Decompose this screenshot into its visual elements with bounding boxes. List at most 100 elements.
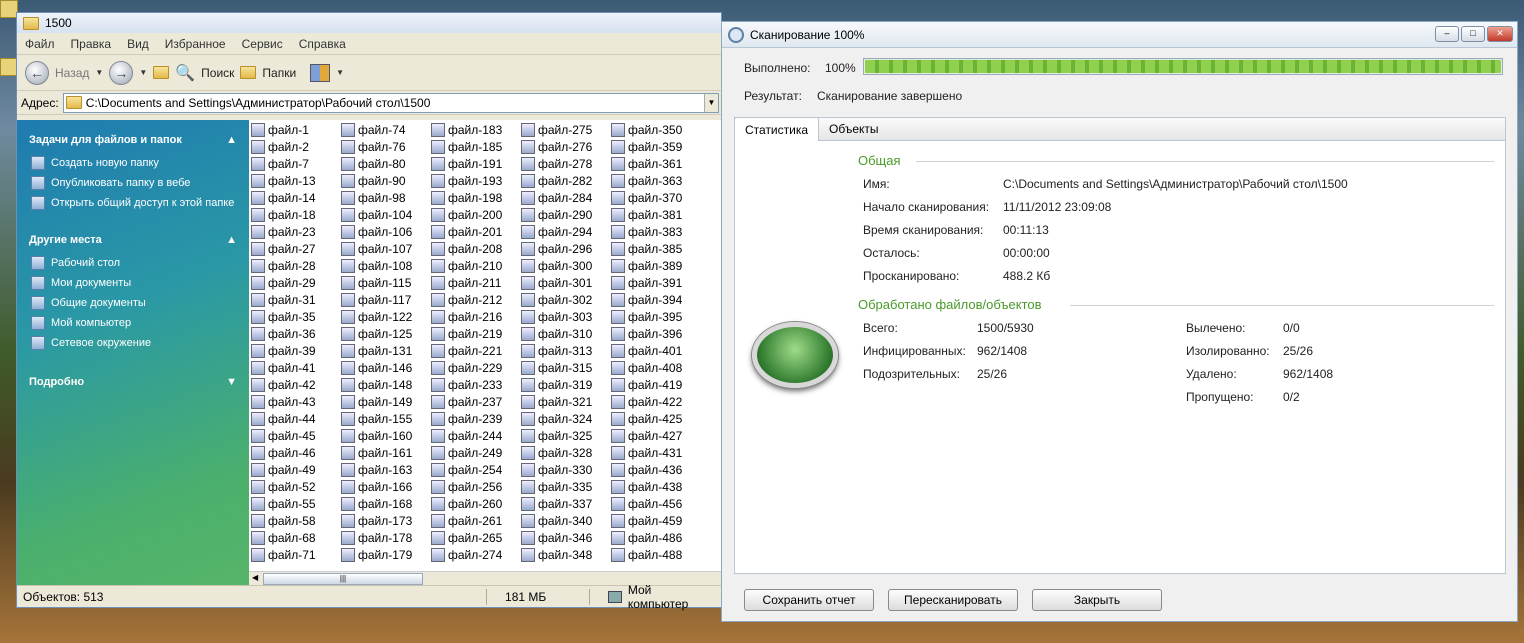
folders-icon[interactable]: [240, 66, 257, 79]
scroll-thumb[interactable]: |||: [263, 573, 423, 585]
file-item[interactable]: файл-36: [251, 325, 316, 342]
file-item[interactable]: файл-115: [341, 274, 412, 291]
file-item[interactable]: файл-208: [431, 240, 502, 257]
file-item[interactable]: файл-183: [431, 121, 502, 138]
file-item[interactable]: файл-49: [251, 461, 316, 478]
file-item[interactable]: файл-178: [341, 529, 412, 546]
file-item[interactable]: файл-216: [431, 308, 502, 325]
tab-objects[interactable]: Объекты: [819, 117, 889, 141]
file-item[interactable]: файл-244: [431, 427, 502, 444]
file-item[interactable]: файл-146: [341, 359, 412, 376]
close-button[interactable]: ✕: [1487, 26, 1513, 42]
file-item[interactable]: файл-310: [521, 325, 592, 342]
file-item[interactable]: файл-383: [611, 223, 682, 240]
file-item[interactable]: файл-274: [431, 546, 502, 563]
title-bar[interactable]: Сканирование 100% – □ ✕: [722, 22, 1517, 48]
file-item[interactable]: файл-337: [521, 495, 592, 512]
file-item[interactable]: файл-282: [521, 172, 592, 189]
task-publish-web[interactable]: Опубликовать папку в вебе: [31, 176, 237, 190]
file-item[interactable]: файл-391: [611, 274, 682, 291]
file-item[interactable]: файл-340: [521, 512, 592, 529]
file-item[interactable]: файл-325: [521, 427, 592, 444]
file-item[interactable]: файл-58: [251, 512, 316, 529]
file-item[interactable]: файл-23: [251, 223, 316, 240]
file-item[interactable]: файл-106: [341, 223, 412, 240]
file-item[interactable]: файл-42: [251, 376, 316, 393]
place-network[interactable]: Сетевое окружение: [31, 336, 237, 350]
file-item[interactable]: файл-438: [611, 478, 682, 495]
file-item[interactable]: файл-422: [611, 393, 682, 410]
file-item[interactable]: файл-239: [431, 410, 502, 427]
file-item[interactable]: файл-425: [611, 410, 682, 427]
file-item[interactable]: файл-166: [341, 478, 412, 495]
file-item[interactable]: файл-260: [431, 495, 502, 512]
back-arrow-icon[interactable]: ←: [25, 60, 49, 85]
file-item[interactable]: файл-427: [611, 427, 682, 444]
place-my-computer[interactable]: Мой компьютер: [31, 316, 237, 330]
folders-button[interactable]: Папки: [262, 66, 296, 80]
chevron-down-icon[interactable]: ▼: [95, 68, 103, 77]
file-item[interactable]: файл-45: [251, 427, 316, 444]
file-item[interactable]: файл-76: [341, 138, 412, 155]
file-item[interactable]: файл-41: [251, 359, 316, 376]
file-item[interactable]: файл-385: [611, 240, 682, 257]
back-button[interactable]: Назад: [55, 66, 89, 80]
file-item[interactable]: файл-104: [341, 206, 412, 223]
close-dialog-button[interactable]: Закрыть: [1032, 589, 1162, 611]
file-item[interactable]: файл-173: [341, 512, 412, 529]
menu-file[interactable]: Файл: [17, 37, 63, 51]
file-item[interactable]: файл-168: [341, 495, 412, 512]
file-item[interactable]: файл-381: [611, 206, 682, 223]
file-item[interactable]: файл-117: [341, 291, 412, 308]
task-new-folder[interactable]: Создать новую папку: [31, 156, 237, 170]
file-item[interactable]: файл-46: [251, 444, 316, 461]
file-item[interactable]: файл-193: [431, 172, 502, 189]
file-item[interactable]: файл-163: [341, 461, 412, 478]
file-item[interactable]: файл-302: [521, 291, 592, 308]
file-item[interactable]: файл-408: [611, 359, 682, 376]
menu-help[interactable]: Справка: [291, 37, 354, 51]
file-item[interactable]: файл-265: [431, 529, 502, 546]
address-input[interactable]: C:\Documents and Settings\Администратор\…: [62, 92, 719, 113]
file-item[interactable]: файл-185: [431, 138, 502, 155]
menu-favorites[interactable]: Избранное: [157, 37, 234, 51]
file-item[interactable]: файл-459: [611, 512, 682, 529]
file-item[interactable]: файл-300: [521, 257, 592, 274]
file-item[interactable]: файл-29: [251, 274, 316, 291]
file-item[interactable]: файл-275: [521, 121, 592, 138]
file-item[interactable]: файл-261: [431, 512, 502, 529]
file-item[interactable]: файл-160: [341, 427, 412, 444]
other-places-header[interactable]: Другие места ▲: [29, 234, 237, 246]
file-item[interactable]: файл-330: [521, 461, 592, 478]
place-desktop[interactable]: Рабочий стол: [31, 256, 237, 270]
file-item[interactable]: файл-276: [521, 138, 592, 155]
file-item[interactable]: файл-212: [431, 291, 502, 308]
file-item[interactable]: файл-108: [341, 257, 412, 274]
file-item[interactable]: файл-361: [611, 155, 682, 172]
file-item[interactable]: файл-211: [431, 274, 502, 291]
task-share-folder[interactable]: Открыть общий доступ к этой папке: [31, 196, 237, 210]
file-item[interactable]: файл-31: [251, 291, 316, 308]
file-item[interactable]: файл-210: [431, 257, 502, 274]
file-item[interactable]: файл-221: [431, 342, 502, 359]
chevron-down-icon[interactable]: ▼: [336, 68, 344, 77]
file-item[interactable]: файл-131: [341, 342, 412, 359]
file-item[interactable]: файл-27: [251, 240, 316, 257]
place-shared-documents[interactable]: Общие документы: [31, 296, 237, 310]
file-item[interactable]: файл-80: [341, 155, 412, 172]
file-item[interactable]: файл-198: [431, 189, 502, 206]
file-item[interactable]: файл-107: [341, 240, 412, 257]
file-item[interactable]: файл-313: [521, 342, 592, 359]
file-item[interactable]: файл-346: [521, 529, 592, 546]
file-item[interactable]: файл-284: [521, 189, 592, 206]
file-item[interactable]: файл-394: [611, 291, 682, 308]
file-item[interactable]: файл-179: [341, 546, 412, 563]
file-item[interactable]: файл-254: [431, 461, 502, 478]
tab-statistics[interactable]: Статистика: [734, 117, 820, 141]
file-item[interactable]: файл-303: [521, 308, 592, 325]
file-item[interactable]: файл-191: [431, 155, 502, 172]
forward-arrow-icon[interactable]: →: [109, 60, 134, 85]
file-item[interactable]: файл-39: [251, 342, 316, 359]
file-item[interactable]: файл-43: [251, 393, 316, 410]
file-item[interactable]: файл-13: [251, 172, 316, 189]
